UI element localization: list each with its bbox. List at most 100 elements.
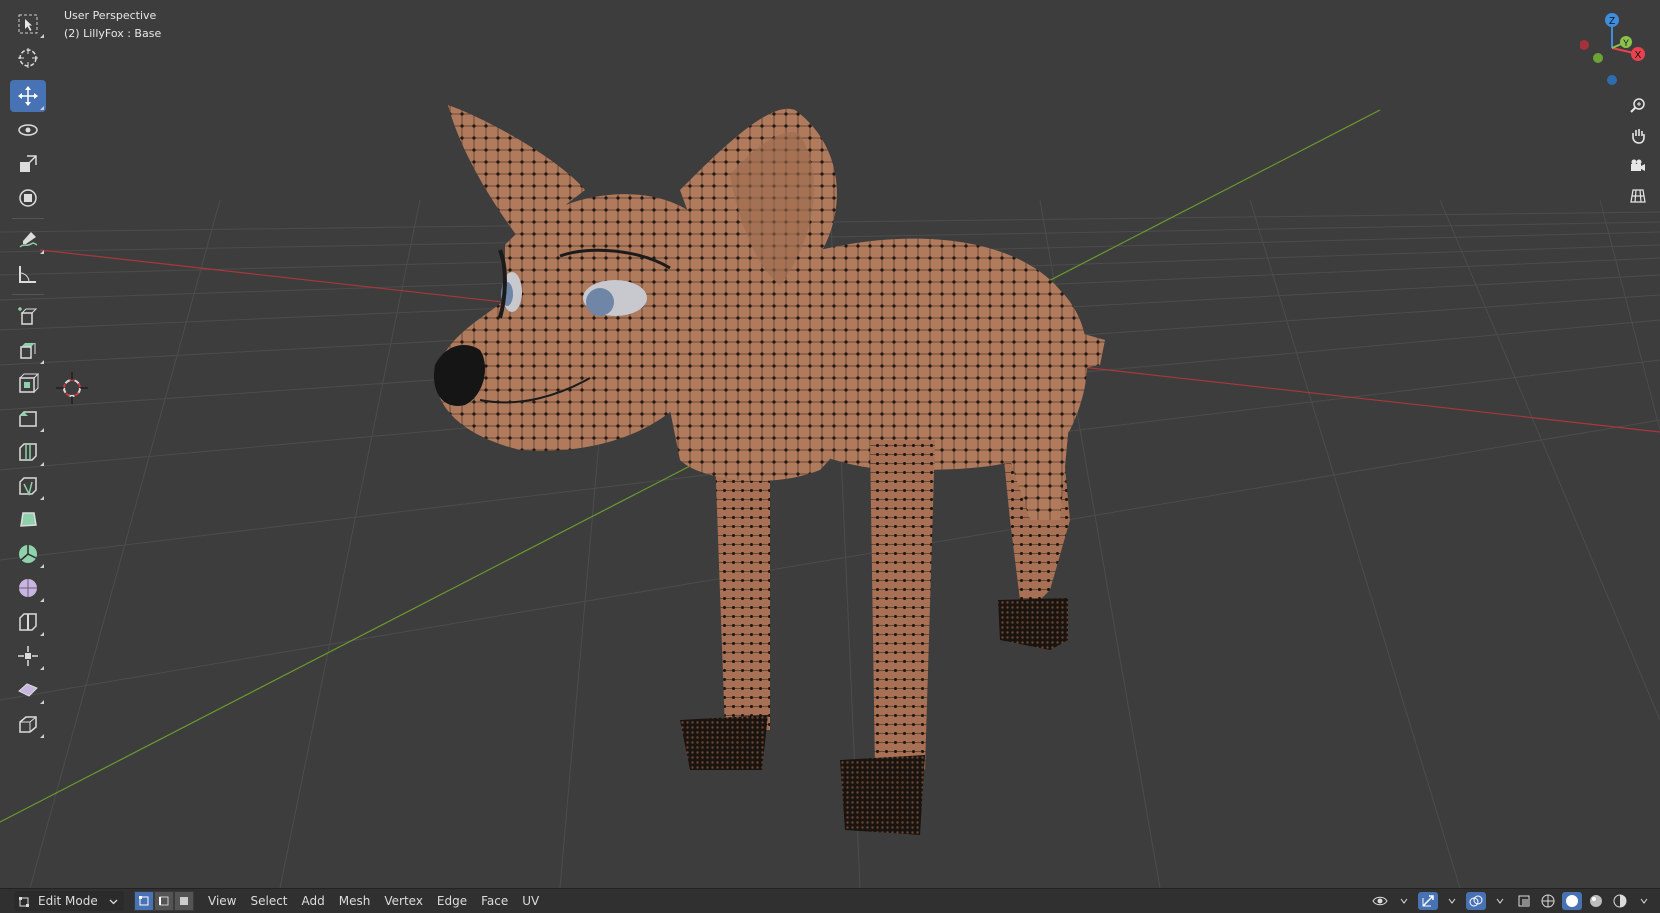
zoom-icon [1630,98,1645,113]
3d-viewport[interactable]: User Perspective (2) LillyFox : Base Z X… [0,0,1660,888]
bevel-tool[interactable] [10,402,46,434]
poly-build-icon [20,512,37,527]
xray-icon [1518,895,1530,907]
inset-faces-tool[interactable] [10,368,46,400]
viewport-header: Edit Mode View Select Add Mesh Vertex Ed… [0,888,1660,913]
mode-label: Edit Mode [38,894,98,908]
visibility-button[interactable] [1370,892,1390,910]
vertex-select-button[interactable] [134,891,154,911]
gizmo-arrows-icon [1422,895,1434,907]
rendered-shading-icon [1613,894,1627,908]
edge-select-button[interactable] [154,891,174,911]
menu-edge[interactable]: Edge [437,894,467,908]
poly-build-tool[interactable] [10,504,46,536]
menu-face[interactable]: Face [481,894,508,908]
ortho-toggle-button[interactable] [1624,182,1652,210]
select-box-icon [18,14,38,34]
3d-cursor[interactable] [56,372,88,404]
overlays-icon [1469,895,1483,907]
rip-region-icon [19,716,37,733]
edge-slide-icon [19,613,37,631]
overlays-dropdown[interactable] [1490,892,1510,910]
menu-vertex[interactable]: Vertex [384,894,423,908]
face-select-button[interactable] [174,891,194,911]
menu-select[interactable]: Select [250,894,287,908]
bevel-icon [19,411,37,427]
move-tool[interactable] [10,80,46,112]
gizmo-y-label: Y [1623,38,1629,48]
axis-gizmo-icon[interactable]: Z X Y [1579,8,1650,88]
chevron-down-icon [1496,898,1504,904]
annotate-icon [19,232,38,248]
chevron-down-icon [1400,898,1408,904]
shear-tool[interactable] [10,674,46,706]
measure-icon [19,266,36,283]
viewport-scene[interactable] [0,0,1660,888]
rip-region-tool[interactable] [10,708,46,740]
select-box-tool[interactable] [10,8,46,40]
vertex-select-icon [139,896,149,906]
add-cube-tool[interactable] [10,300,46,332]
face-select-icon [180,897,188,905]
navigation-gizmo[interactable]: Z X Y [1579,8,1650,88]
header-right-tools [1366,891,1654,911]
shading-dropdown[interactable] [1634,892,1654,910]
visibility-dropdown[interactable] [1394,892,1414,910]
shrink-fatten-icon [18,646,38,666]
smooth-tool[interactable] [10,572,46,604]
fox-mesh[interactable] [434,105,1105,835]
move-icon [18,86,38,106]
gizmo-z-label: Z [1609,16,1615,27]
object-info-label: (2) LillyFox : Base [64,27,162,40]
gizmo-dropdown[interactable] [1442,892,1462,910]
camera-view-button[interactable] [1624,152,1652,180]
camera-icon [1631,159,1645,171]
gizmo-toggle-button[interactable] [1418,892,1438,910]
scale-tool[interactable] [10,148,46,180]
menu-add[interactable]: Add [302,894,325,908]
zoom-button[interactable] [1624,92,1652,120]
extrude-icon [20,343,36,359]
chevron-down-icon [109,899,118,904]
material-shading-icon [1590,895,1602,907]
knife-tool[interactable] [10,470,46,502]
cursor-icon [18,48,38,68]
pan-button[interactable] [1624,122,1652,150]
spin-tool[interactable] [10,538,46,570]
scale-icon [20,155,37,172]
shrink-fatten-tool[interactable] [10,640,46,672]
extrude-tool[interactable] [10,334,46,366]
shading-rendered-button[interactable] [1610,892,1630,910]
mode-selector[interactable]: Edit Mode [14,891,124,911]
annotate-tool[interactable] [10,224,46,256]
chevron-down-icon [1640,898,1648,904]
shading-material-button[interactable] [1586,892,1606,910]
pan-hand-icon [1632,129,1645,144]
select-mode-group [134,891,194,911]
shear-icon [18,683,38,697]
loop-cut-icon [19,443,37,461]
rotate-tool[interactable] [10,114,46,146]
wireframe-shading-icon [1541,894,1555,908]
menu-mesh[interactable]: Mesh [339,894,371,908]
transform-icon [19,189,37,207]
measure-tool[interactable] [10,258,46,290]
edit-mode-icon [19,897,29,907]
rotate-icon [18,124,38,136]
menu-view[interactable]: View [208,894,236,908]
chevron-down-icon [1448,898,1456,904]
loop-cut-tool[interactable] [10,436,46,468]
smooth-icon [19,579,37,597]
transform-tool[interactable] [10,182,46,214]
shading-solid-button[interactable] [1562,892,1582,910]
ortho-grid-icon [1630,189,1646,203]
front-paw-near [840,755,925,835]
xray-toggle-button[interactable] [1514,892,1534,910]
edge-slide-tool[interactable] [10,606,46,638]
front-paw-far [680,715,768,770]
cursor-tool[interactable] [10,42,46,74]
back-paw-far [998,598,1068,650]
menu-uv[interactable]: UV [522,894,539,908]
overlays-toggle-button[interactable] [1466,892,1486,910]
shading-wireframe-button[interactable] [1538,892,1558,910]
